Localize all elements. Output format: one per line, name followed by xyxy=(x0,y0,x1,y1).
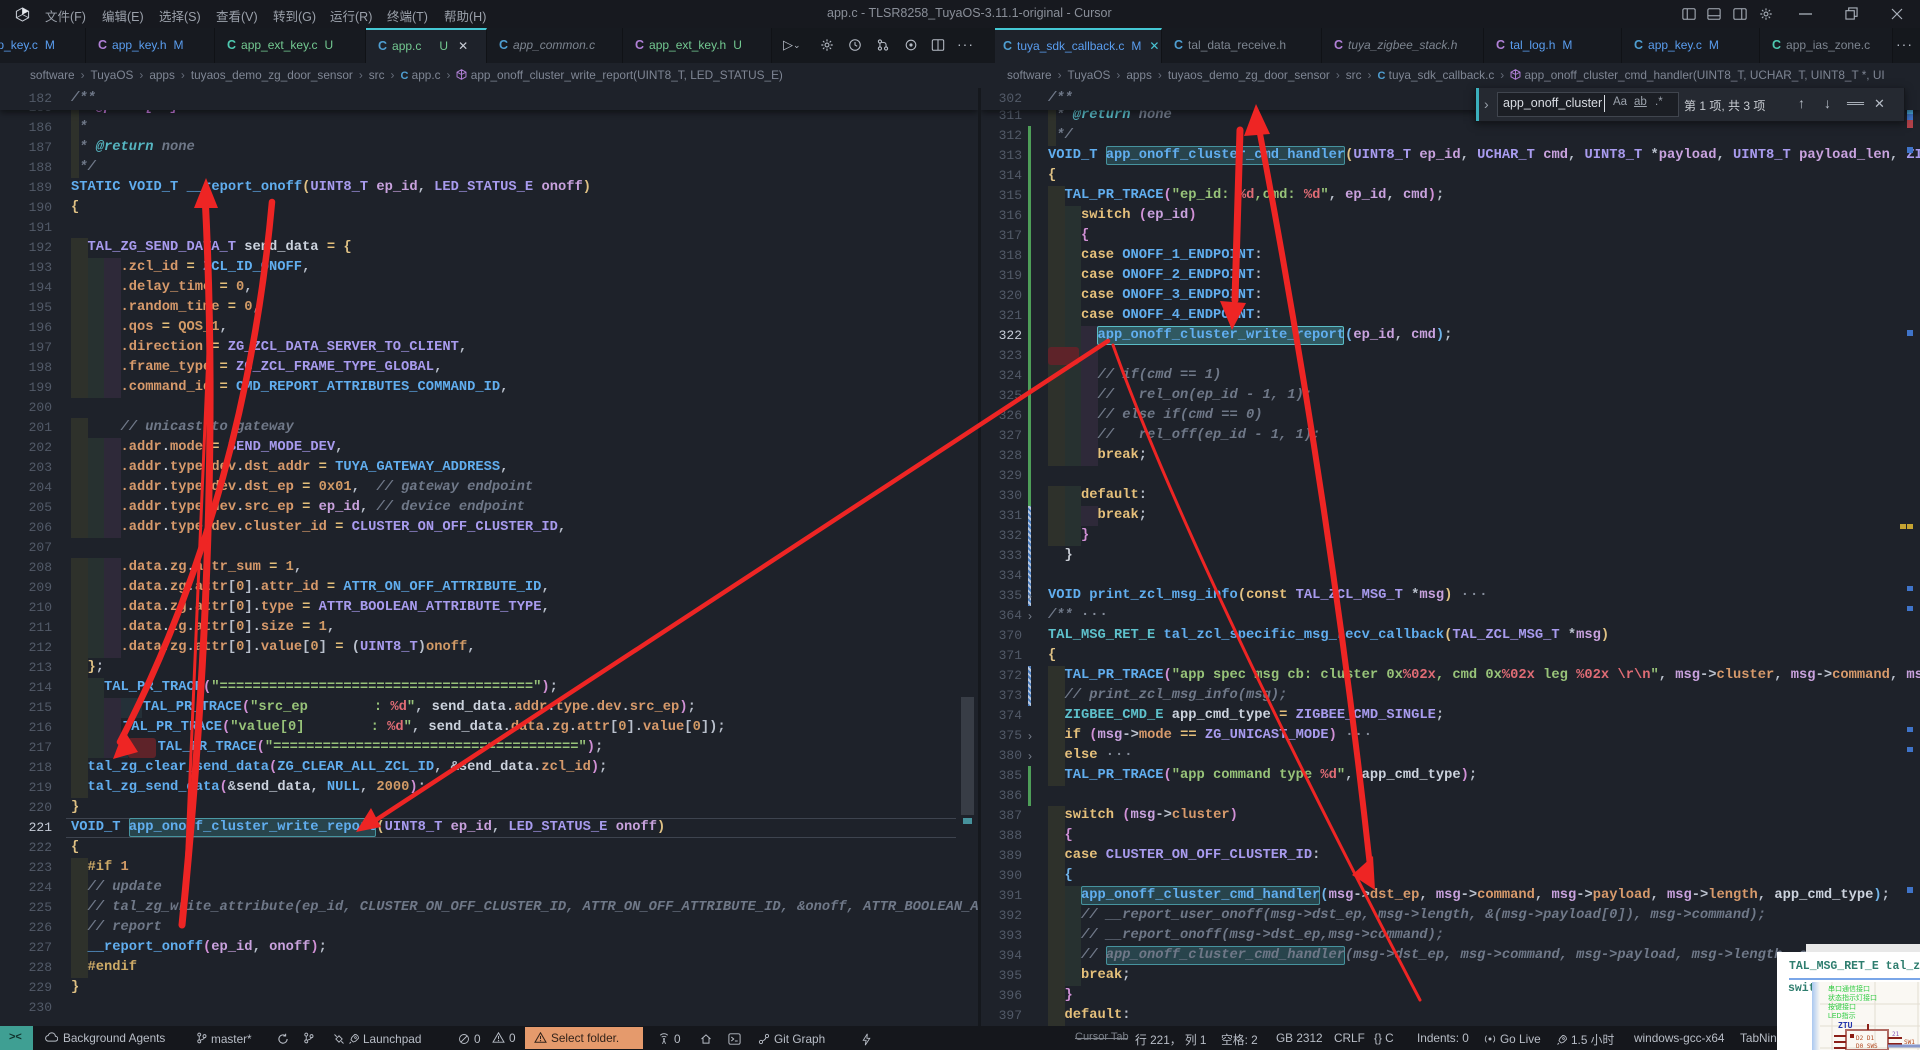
svg-text:21: 21 xyxy=(1892,1031,1900,1038)
svg-text:按键接口: 按键接口 xyxy=(1828,1002,1856,1011)
svg-text:ZTU: ZTU xyxy=(1838,1021,1853,1030)
svg-text:SW1: SW1 xyxy=(1904,1039,1915,1046)
svg-text:状态指示灯接口: 状态指示灯接口 xyxy=(1828,993,1877,1002)
svg-text:LED指示: LED指示 xyxy=(1828,1011,1856,1020)
svg-text:串口通信接口: 串口通信接口 xyxy=(1828,984,1870,993)
svg-text:D2 D1: D2 D1 xyxy=(1856,1035,1874,1042)
svg-text:D0 SWS: D0 SWS xyxy=(1856,1043,1878,1050)
